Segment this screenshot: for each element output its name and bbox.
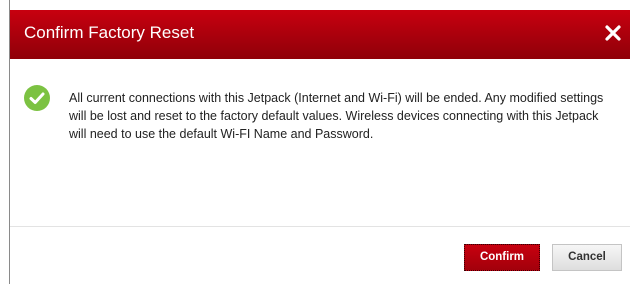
confirm-factory-reset-dialog: Confirm Factory Reset All current connec… xyxy=(9,0,630,284)
confirm-button[interactable]: Confirm xyxy=(464,244,540,271)
close-icon[interactable] xyxy=(604,23,622,43)
dialog-message: All current connections with this Jetpac… xyxy=(69,91,604,141)
dialog-title: Confirm Factory Reset xyxy=(24,23,195,42)
check-circle-icon xyxy=(24,85,50,111)
dialog-header: Confirm Factory Reset xyxy=(10,10,630,59)
footer-divider xyxy=(10,226,630,227)
dialog-body: All current connections with this Jetpac… xyxy=(10,59,630,225)
cancel-button[interactable]: Cancel xyxy=(552,244,622,271)
